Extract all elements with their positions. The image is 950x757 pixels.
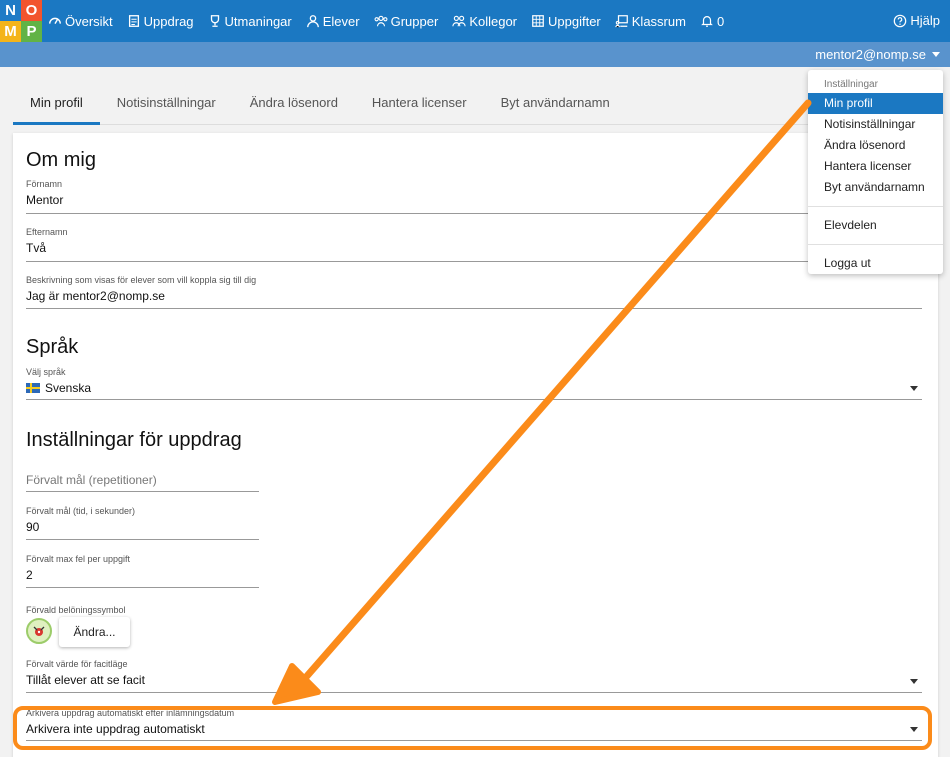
dropdown-item-hantera-licenser[interactable]: Hantera licenser [808, 156, 943, 177]
tab-notisinstallningar[interactable]: Notisinställningar [100, 85, 233, 125]
nav-label: Utmaningar [224, 13, 292, 29]
reward-label: Förvald belöningssymbol [26, 605, 126, 615]
max-errors-field[interactable]: Förvalt max fel per uppgift 2 [26, 554, 259, 588]
field-value: Mentor [26, 193, 64, 207]
trophy-icon [210, 15, 219, 27]
assignments-title: Inställningar för uppdrag [26, 429, 242, 451]
user-dropdown-menu: Inställningar Min profil Notisinställnin… [808, 70, 943, 274]
profile-tabs: Min profil Notisinställningar Ändra löse… [13, 85, 938, 125]
field-value: 2 [26, 568, 33, 582]
nav-item-grupper[interactable]: Grupper [374, 13, 439, 29]
top-navbar: N O M P Översikt Uppdrag Utmaningar Elev… [0, 0, 950, 42]
help-label: Hjälp [910, 13, 940, 28]
bell-icon [701, 16, 713, 27]
document-icon [128, 15, 139, 27]
field-value: Två [26, 241, 47, 255]
tab-min-profil[interactable]: Min profil [13, 85, 100, 125]
nav-label: Uppgifter [548, 13, 601, 29]
grid-icon [532, 15, 544, 27]
field-label: Efternamn [26, 227, 68, 237]
field-value: Tillåt elever att se facit [26, 673, 145, 687]
logo-letter: O [21, 0, 42, 21]
nav-item-notifications[interactable]: 0 [700, 14, 724, 29]
change-reward-button[interactable]: Ändra... [59, 617, 130, 647]
nav-item-oversikt[interactable]: Översikt [48, 14, 113, 29]
dropdown-divider [808, 206, 943, 207]
field-value: Jag är mentor2@nomp.se [26, 289, 165, 303]
tab-andra-losenord[interactable]: Ändra lösenord [233, 85, 355, 125]
user-email: mentor2@nomp.se [815, 47, 926, 62]
colleagues-icon [452, 15, 467, 27]
caret-down-icon [910, 386, 918, 391]
nav-item-utmaningar[interactable]: Utmaningar [208, 14, 292, 29]
dropdown-header: Inställningar [824, 79, 878, 90]
users-icon [374, 15, 388, 27]
field-value: 90 [26, 520, 40, 534]
dropdown-item-notisinstallningar[interactable]: Notisinställningar [808, 114, 943, 135]
nav-items: Översikt Uppdrag Utmaningar Elever Grupp… [48, 14, 738, 29]
field-value: Svenska [45, 381, 92, 395]
dropdown-divider [808, 244, 943, 245]
field-label: Förnamn [26, 179, 63, 189]
reward-badge-icon [33, 626, 45, 636]
profile-card: Om mig Förnamn Mentor Efternamn Två Besk… [13, 133, 938, 757]
dropdown-item-min-profil[interactable]: Min profil [808, 93, 943, 114]
logo-letter: P [21, 21, 42, 42]
nav-label: Översikt [65, 13, 113, 29]
nav-label: Grupper [390, 13, 439, 29]
dropdown-item-byt-anvandarnamn[interactable]: Byt användarnamn [808, 177, 943, 198]
notification-count: 0 [716, 13, 725, 29]
swedish-flag-icon [26, 383, 40, 393]
field-label: Förvalt värde för facitläge [26, 659, 128, 669]
language-select[interactable]: Välj språk Svenska [26, 367, 922, 400]
dashboard-icon [49, 17, 61, 24]
language-value-wrap: Svenska [26, 381, 922, 395]
help-link[interactable]: Hjälp [893, 13, 940, 28]
nav-item-uppdrag[interactable]: Uppdrag [127, 14, 194, 29]
nav-label: Kollegor [469, 13, 518, 29]
field-label: Välj språk [26, 367, 66, 377]
about-title: Om mig [26, 149, 96, 171]
logo-letter: M [0, 21, 21, 42]
nav-item-elever[interactable]: Elever [306, 14, 360, 29]
goal-time-field[interactable]: Förvalt mål (tid, i sekunder) 90 [26, 506, 259, 540]
nav-item-kollegor[interactable]: Kollegor [452, 14, 517, 29]
field-placeholder: Förvalt mål (repetitioner) [26, 473, 157, 487]
nomp-logo[interactable]: N O M P [0, 0, 42, 42]
last-name-field[interactable]: Efternamn Två [26, 227, 922, 262]
description-field[interactable]: Beskrivning som visas för elever som vil… [26, 275, 922, 309]
dropdown-item-logga-ut[interactable]: Logga ut [808, 253, 943, 274]
nav-item-uppgifter[interactable]: Uppgifter [531, 14, 601, 29]
reward-symbol-icon [26, 618, 52, 644]
classroom-icon [615, 15, 628, 28]
nav-label: Elever [322, 13, 360, 29]
nav-label: Uppdrag [143, 13, 194, 29]
annotation-highlight-box [13, 706, 932, 750]
user-icon [306, 15, 319, 28]
nav-item-klassrum[interactable]: Klassrum [615, 14, 686, 29]
goal-reps-field[interactable]: Förvalt mål (repetitioner) [26, 473, 259, 492]
nav-label: Klassrum [631, 13, 686, 29]
tab-hantera-licenser[interactable]: Hantera licenser [355, 85, 484, 125]
logo-letter: N [0, 0, 21, 21]
answer-mode-select[interactable]: Förvalt värde för facitläge Tillåt eleve… [26, 659, 922, 693]
caret-down-icon [932, 52, 940, 57]
field-label: Förvalt max fel per uppgift [26, 554, 131, 564]
dropdown-item-elevdelen[interactable]: Elevdelen [808, 215, 943, 236]
user-menu-toggle[interactable]: mentor2@nomp.se [815, 47, 940, 62]
help-icon [894, 14, 907, 27]
field-label: Förvalt mål (tid, i sekunder) [26, 506, 136, 516]
sub-bar: mentor2@nomp.se [0, 42, 950, 67]
field-label: Beskrivning som visas för elever som vil… [26, 275, 257, 285]
caret-down-icon [910, 679, 918, 684]
tab-byt-anvandarnamn[interactable]: Byt användarnamn [484, 85, 627, 125]
language-title: Språk [26, 336, 79, 358]
first-name-field[interactable]: Förnamn Mentor [26, 179, 922, 214]
dropdown-item-andra-losenord[interactable]: Ändra lösenord [808, 135, 943, 156]
